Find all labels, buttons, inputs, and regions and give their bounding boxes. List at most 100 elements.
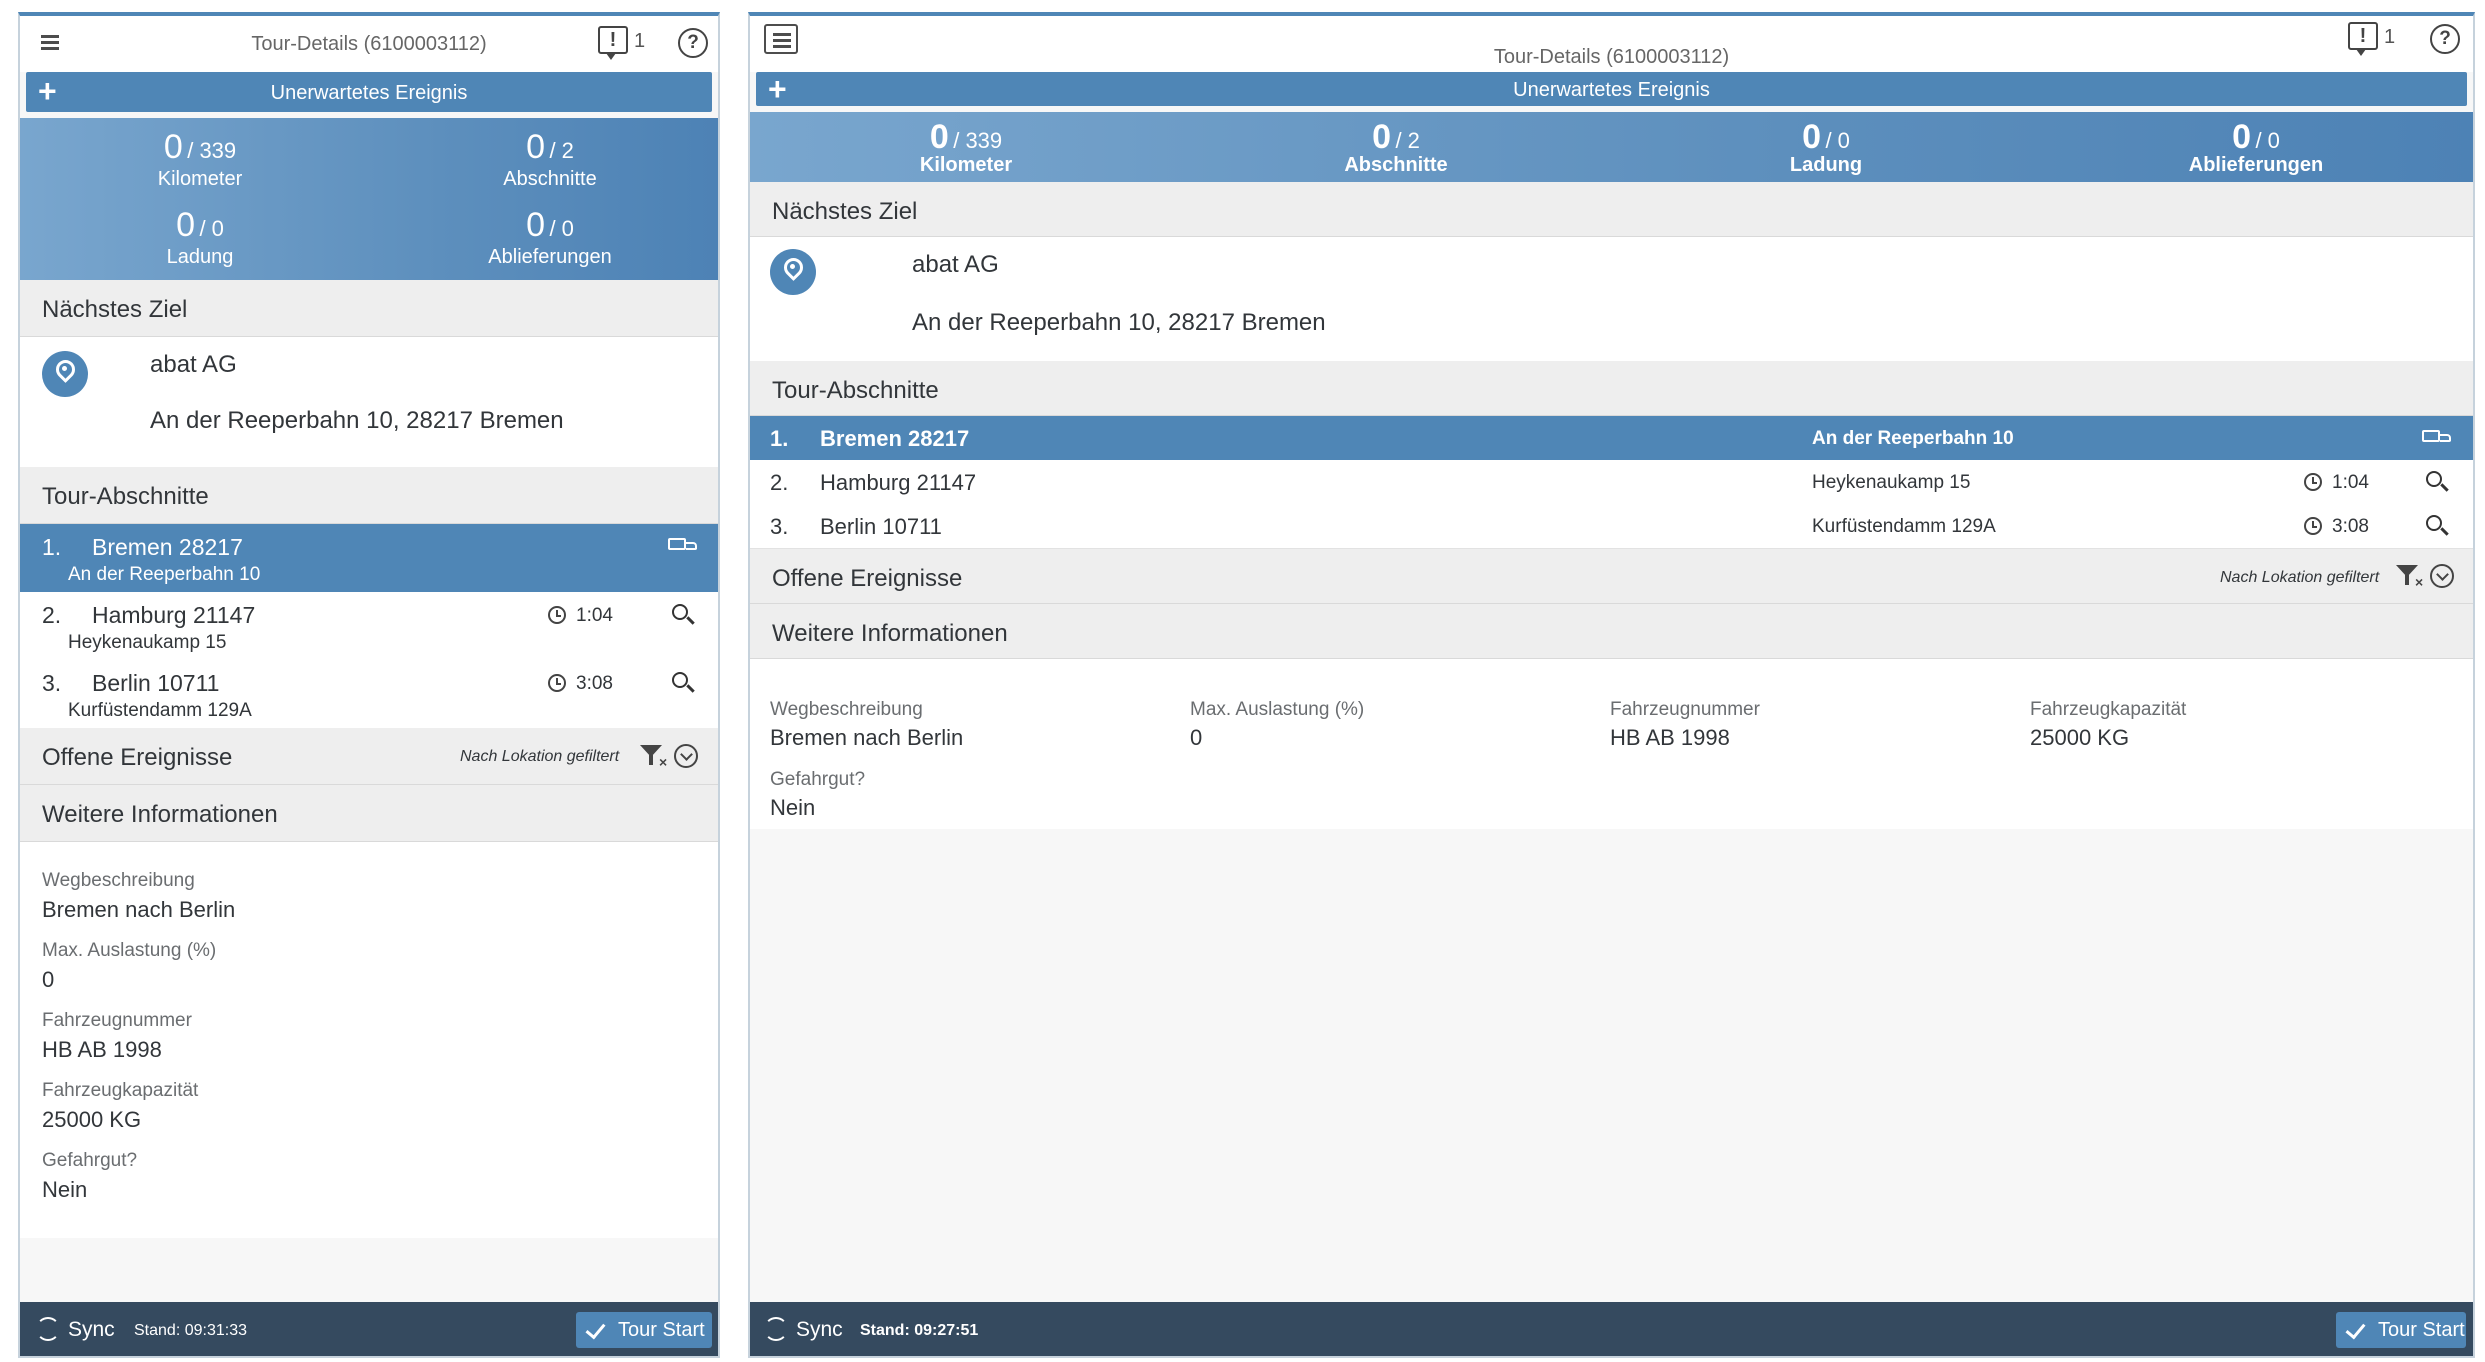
stat-label: Abschnitte — [503, 168, 597, 190]
tour-section-row[interactable]: 3. Berlin 10711 Kurfüstendamm 129A 3:08 — [20, 660, 718, 729]
stat-total: / 0 — [1825, 128, 1850, 153]
field-value: Nein — [42, 1177, 88, 1202]
tour-sections-header: Tour-Abschnitte — [750, 361, 2473, 416]
location-pin-icon — [770, 249, 816, 295]
stat-ablieferungen: 0 / 0 Ablieferungen — [2156, 120, 2356, 177]
field-value: Bremen nach Berlin — [770, 725, 964, 750]
stat-value: 0 — [526, 128, 545, 166]
open-events-header[interactable]: Offene Ereignisse Nach Lokation gefilter… — [750, 549, 2473, 604]
more-info-header: Weitere Informationen — [750, 604, 2473, 659]
tour-stats: 0 / 339 Kilometer 0 / 2 Abschnitte 0 / 0… — [20, 118, 718, 280]
clock-icon — [2304, 473, 2322, 491]
expand-icon[interactable] — [674, 744, 698, 768]
tour-sections-header: Tour-Abschnitte — [20, 467, 718, 524]
field-label: Fahrzeugnummer — [1610, 699, 1760, 720]
stat-label: Kilometer — [919, 154, 1013, 176]
search-icon[interactable] — [2426, 515, 2448, 537]
stat-value: 0 — [1802, 118, 1821, 156]
open-events-header[interactable]: Offene Ereignisse Nach Lokation gefilter… — [20, 728, 718, 785]
location-pin-icon — [42, 351, 88, 397]
expand-icon[interactable] — [2430, 564, 2454, 588]
search-icon[interactable] — [672, 604, 694, 626]
notification-icon: ! — [598, 26, 628, 60]
row-city: Bremen 28217 — [820, 426, 970, 451]
stat-value: 0 — [176, 206, 195, 244]
row-number: 2. — [770, 470, 789, 495]
sync-label[interactable]: Sync — [68, 1318, 115, 1342]
row-street: Kurfüstendamm 129A — [1812, 516, 1996, 537]
footer-toolbar: Sync Stand: 09:27:51 Tour Start — [750, 1302, 2473, 1356]
sync-icon[interactable] — [36, 1317, 60, 1341]
more-info-form: Wegbeschreibung Bremen nach Berlin Max. … — [20, 842, 718, 1238]
phone-view-panel: Tour-Details (6100003112) ! 1 ? + Unerwa… — [18, 12, 720, 1358]
row-time: 3:08 — [576, 673, 613, 694]
stat-total: / 0 — [549, 216, 574, 241]
search-icon[interactable] — [2426, 471, 2448, 493]
notifications-button[interactable]: ! 1 — [2348, 20, 2408, 56]
more-info-header: Weitere Informationen — [20, 785, 718, 842]
unexpected-event-button[interactable]: + Unerwartetes Ereignis — [756, 72, 2467, 106]
section-title: Offene Ereignisse — [772, 565, 963, 592]
target-address: An der Reeperbahn 10, 28217 Bremen — [912, 309, 1326, 336]
next-target-section-header: Nächstes Ziel — [750, 182, 2473, 237]
section-title: Nächstes Ziel — [42, 296, 188, 323]
row-street: Kurfüstendamm 129A — [68, 700, 252, 721]
search-icon[interactable] — [672, 672, 694, 694]
stat-value: 0 — [929, 118, 949, 156]
target-name: abat AG — [912, 251, 999, 278]
help-icon[interactable]: ? — [2430, 24, 2460, 54]
help-icon[interactable]: ? — [678, 28, 708, 58]
tour-stats: 0 / 339 Kilometer 0 / 2 Abschnitte 0 / 0… — [750, 112, 2473, 182]
stat-ladung: 0 / 0 Ladung — [1726, 120, 1926, 177]
stat-value: 0 — [526, 206, 545, 244]
clock-icon — [548, 674, 566, 692]
filter-clear-icon[interactable]: × — [2396, 563, 2426, 589]
tour-section-row[interactable]: 2. Hamburg 21147 Heykenaukamp 15 1:04 — [750, 460, 2473, 505]
field-label: Fahrzeugkapazität — [42, 1080, 199, 1101]
row-time: 1:04 — [576, 605, 613, 626]
stat-ladung: 0 / 0 Ladung — [100, 208, 300, 269]
stat-abschnitte: 0 / 2 Abschnitte — [450, 130, 650, 191]
footer-toolbar: Sync Stand: 09:31:33 Tour Start — [20, 1302, 718, 1356]
row-number: 2. — [42, 602, 62, 628]
field-label: Fahrzeugnummer — [42, 1010, 192, 1031]
section-title: Weitere Informationen — [42, 801, 278, 828]
tour-section-row[interactable]: 2. Hamburg 21147 Heykenaukamp 15 1:04 — [20, 592, 718, 661]
tour-section-row[interactable]: 1. Bremen 28217 An der Reeperbahn 10 — [750, 416, 2473, 461]
tour-start-button[interactable]: Tour Start — [576, 1312, 712, 1348]
tablet-view-panel: Tour-Details (6100003112) ! 1 ? + Unerwa… — [748, 12, 2475, 1358]
page-title: Tour-Details (6100003112) — [1493, 46, 1730, 68]
tour-start-button[interactable]: Tour Start — [2336, 1312, 2466, 1348]
app-header: Tour-Details (6100003112) ! 1 ? — [750, 16, 2473, 72]
notification-count: 1 — [634, 30, 646, 52]
tour-section-row[interactable]: 3. Berlin 10711 Kurfüstendamm 129A 3:08 — [750, 504, 2473, 549]
section-title: Weitere Informationen — [772, 620, 1008, 647]
stat-label: Ladung — [166, 246, 234, 268]
filter-clear-icon[interactable]: × — [640, 743, 670, 769]
row-city: Hamburg 21147 — [92, 602, 256, 628]
checkmark-icon — [2345, 1318, 2366, 1340]
notifications-button[interactable]: ! 1 — [598, 24, 658, 60]
tour-section-row[interactable]: 1. Bremen 28217 An der Reeperbahn 10 — [20, 524, 718, 593]
stat-total: / 2 — [1395, 128, 1420, 153]
sync-icon[interactable] — [764, 1317, 788, 1341]
stat-total: / 339 — [187, 138, 237, 163]
stat-kilometer: 0 / 339 Kilometer — [866, 120, 1066, 177]
last-update-time: Stand: 09:31:33 — [134, 1322, 247, 1339]
stat-label: Abschnitte — [1344, 154, 1448, 176]
stat-value: 0 — [2232, 118, 2251, 156]
stat-total: / 339 — [953, 128, 1003, 153]
clock-icon — [2304, 517, 2322, 535]
truck-icon — [2422, 428, 2452, 448]
section-title: Tour-Abschnitte — [772, 377, 939, 404]
sync-label[interactable]: Sync — [796, 1318, 843, 1342]
last-update-time: Stand: 09:27:51 — [860, 1322, 979, 1339]
checkmark-icon — [585, 1318, 606, 1340]
field-value: HB AB 1998 — [1610, 725, 1730, 750]
row-time: 3:08 — [2332, 516, 2369, 537]
row-number: 1. — [42, 534, 62, 560]
unexpected-event-button[interactable]: + Unerwartetes Ereignis — [26, 72, 712, 112]
field-label: Fahrzeugkapazität — [2030, 699, 2187, 720]
stat-total: / 0 — [2255, 128, 2280, 153]
target-name: abat AG — [150, 351, 237, 378]
